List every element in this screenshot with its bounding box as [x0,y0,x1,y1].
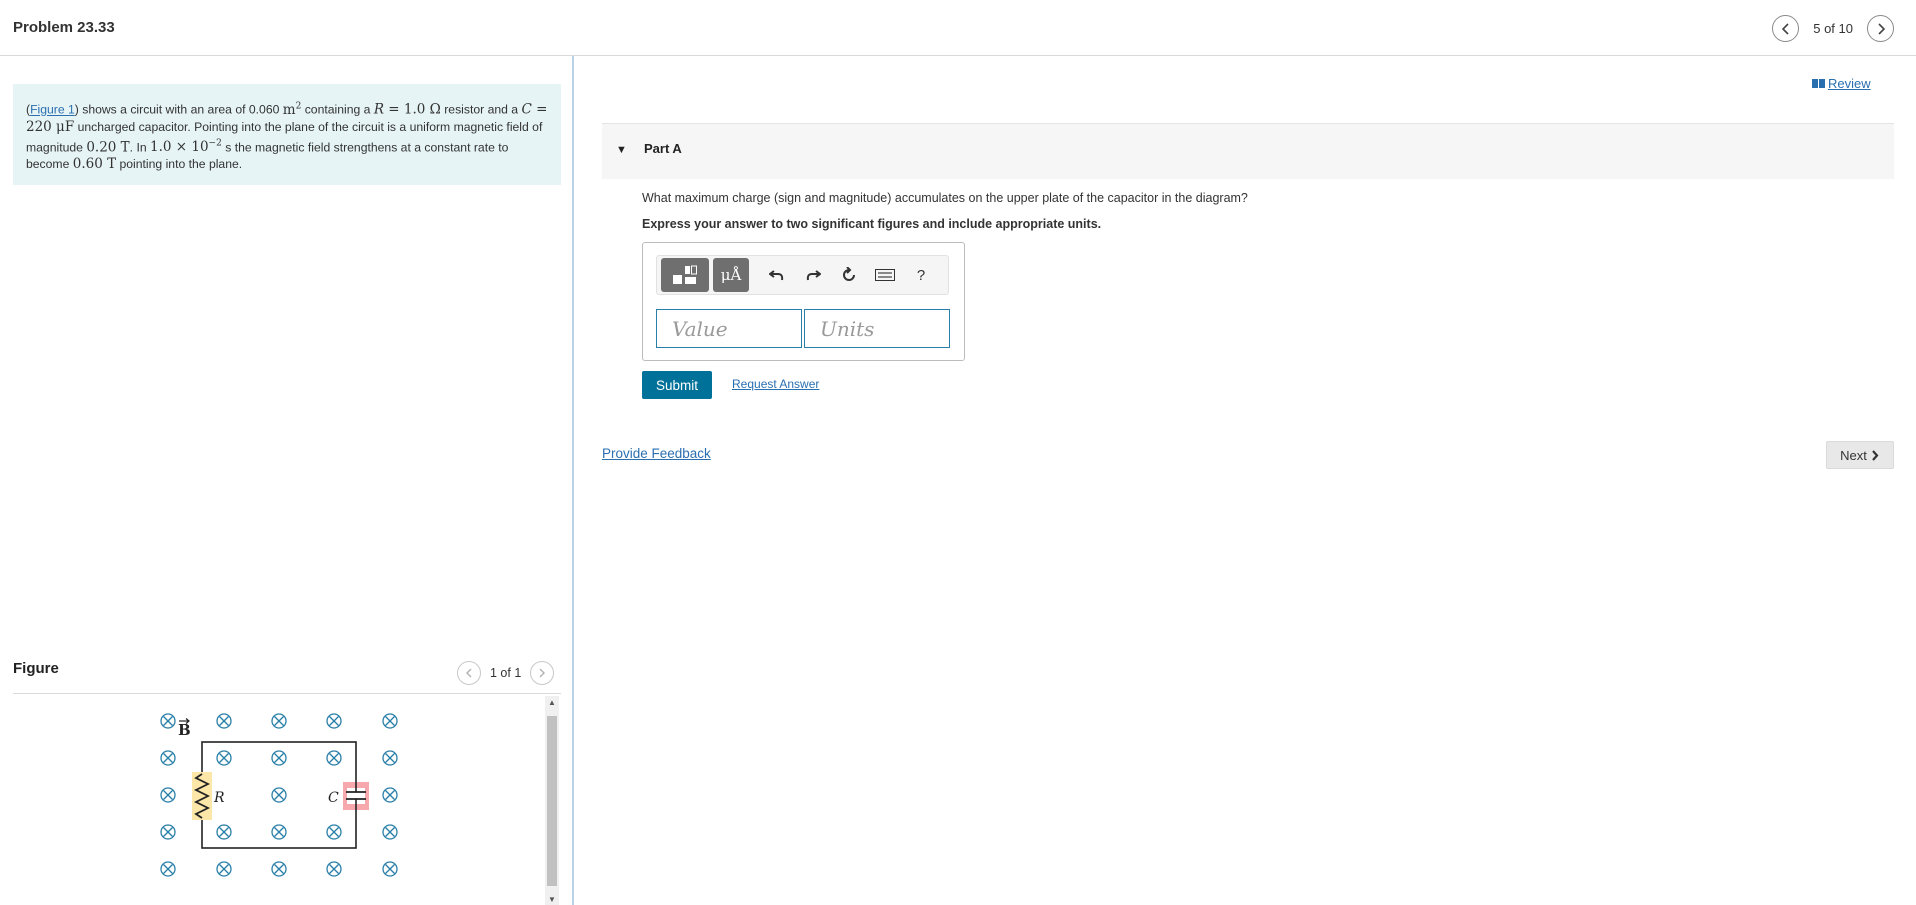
chevron-left-icon [1781,22,1789,35]
field-into-page-symbol [160,750,176,766]
next-problem-button[interactable] [1867,15,1894,42]
field-into-page-symbol [216,861,232,877]
field-into-page-symbol [271,750,287,766]
keyboard-button[interactable] [867,258,903,292]
undo-icon [769,270,784,281]
chevron-right-icon [1872,449,1879,461]
redo-icon [806,270,821,281]
field-into-page-symbol [382,787,398,803]
figure-heading: Figure [13,660,59,677]
field-into-page-symbol [326,750,342,766]
reset-icon [843,267,855,281]
figure-pager: 1 of 1 [457,661,555,685]
field-into-page-symbol [382,713,398,729]
value-input[interactable] [656,309,802,348]
initial-field-value: 0.20 T [86,139,130,155]
field-into-page-symbol [271,861,287,877]
time-expr: 1.0 × 10−2 [150,138,222,156]
field-into-page-symbol [216,824,232,840]
request-answer-link[interactable]: Request Answer [732,377,819,391]
chevron-right-icon [539,668,546,678]
review-link[interactable]: Review [1812,76,1871,91]
undo-button[interactable] [759,258,795,292]
problem-pager: 5 of 10 [1772,15,1894,42]
chevron-right-icon [1877,22,1885,35]
field-into-page-symbol [382,824,398,840]
field-into-page-symbol [382,861,398,877]
caret-down-icon[interactable]: ▼ [616,144,627,156]
templates-icon [673,265,697,284]
help-icon: ? [916,266,926,284]
figure-scrollbar[interactable]: ▲ ▼ [545,696,559,905]
figure-divider [13,693,561,694]
circuit-diagram: B R C [160,713,398,877]
review-label: Review [1828,76,1871,91]
part-a-header[interactable]: ▼ Part A [602,123,1894,179]
answer-inputs [656,309,950,348]
help-button[interactable]: ? [903,258,939,292]
problem-title: Problem 23.33 [13,19,115,36]
chevron-left-icon [466,668,472,678]
field-into-page-symbol [271,824,287,840]
resistance-expr: R = 1.0 Ω [373,101,441,118]
final-field-value: 0.60 T [72,156,117,172]
next-label: Next [1840,447,1867,463]
field-into-page-symbol [326,824,342,840]
field-label-b: B [178,721,191,739]
capacitor-label: C [328,790,339,806]
provide-feedback-link[interactable]: Provide Feedback [602,446,711,461]
units-input[interactable] [804,309,950,348]
field-into-page-symbol [216,713,232,729]
top-bar: Problem 23.33 5 of 10 [0,0,1916,56]
problem-text: resistor and a [444,102,519,117]
part-title: Part A [644,141,682,156]
reset-button[interactable] [831,258,867,292]
problem-text: . In [129,140,147,154]
figure-link[interactable]: Figure 1 [30,103,75,117]
next-figure-button[interactable] [530,661,555,685]
resistor-label: R [213,790,225,806]
problem-pager-text: 5 of 10 [1813,21,1853,36]
problem-panel: (Figure 1) shows a circuit with an area … [0,56,574,905]
templates-button[interactable] [661,258,709,292]
answer-instruction: Express your answer to two significant f… [642,217,1102,231]
field-into-page-symbol [326,861,342,877]
previous-figure-button[interactable] [457,661,481,685]
field-into-page-symbol [271,787,287,803]
scroll-down-icon[interactable]: ▼ [545,895,559,904]
math-toolbar: μÅ ? [656,255,949,295]
field-into-page-symbol [271,713,287,729]
field-into-page-symbol [382,750,398,766]
field-into-page-symbol [160,824,176,840]
field-into-page-symbol [326,713,342,729]
field-into-page-symbol [160,713,176,729]
problem-text: containing a [304,102,371,117]
scroll-up-icon[interactable]: ▲ [545,698,559,707]
keyboard-icon [875,269,895,281]
figure-pager-text: 1 of 1 [490,666,522,680]
circuit-figure: B R C [150,706,410,901]
field-into-page-symbol [160,787,176,803]
area-unit: m2 [282,101,302,118]
field-into-page-symbol [160,861,176,877]
units-button[interactable]: μÅ [713,258,749,292]
units-icon: μÅ [720,266,742,284]
redo-button[interactable] [795,258,831,292]
answer-box: μÅ ? [642,242,965,361]
book-icon [1812,79,1825,88]
scrollbar-thumb[interactable] [547,716,557,886]
next-button[interactable]: Next [1826,441,1894,469]
problem-text: shows a circuit with an area of 0.060 [82,102,280,117]
problem-text: pointing into the plane. [119,157,243,171]
question-text: What maximum charge (sign and magnitude)… [642,191,1248,205]
problem-statement: (Figure 1) shows a circuit with an area … [13,84,561,185]
previous-problem-button[interactable] [1772,15,1800,42]
submit-button[interactable]: Submit [642,371,712,399]
field-into-page-symbol [216,750,232,766]
